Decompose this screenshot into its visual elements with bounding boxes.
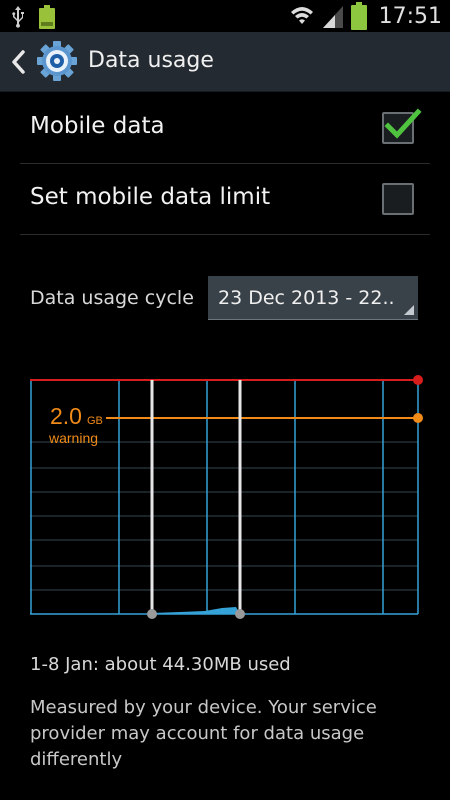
mobile-data-label: Mobile data [30, 113, 165, 139]
gear-icon[interactable] [36, 40, 78, 82]
warning-label: warning [48, 430, 98, 446]
usage-summary: 1-8 Jan: about 44.30MB used [30, 654, 291, 675]
warning-handle[interactable] [413, 413, 423, 423]
warning-value: 2.0 [50, 403, 82, 429]
data-usage-cycle-label: Data usage cycle [30, 287, 194, 309]
dropdown-arrow-icon [404, 305, 414, 315]
wifi-icon [290, 7, 313, 24]
usage-area [152, 607, 240, 614]
action-bar: Data usage [0, 32, 450, 92]
range-start-handle[interactable] [147, 609, 157, 619]
status-bar: 17:51 [0, 0, 450, 32]
mobile-data-checkbox[interactable] [382, 108, 422, 144]
data-limit-row[interactable]: Set mobile data limit [20, 165, 430, 235]
data-limit-checkbox[interactable] [382, 183, 414, 215]
battery-full-notification-icon [39, 5, 55, 29]
data-limit-label: Set mobile data limit [30, 184, 271, 210]
data-usage-chart[interactable]: 2.0 GB warning [30, 372, 425, 622]
warning-unit: GB [87, 415, 103, 427]
checkmark-icon [384, 108, 422, 139]
signal-icon [322, 6, 343, 28]
measured-note: Measured by your device. Your service pr… [30, 697, 377, 770]
usb-icon [12, 6, 24, 28]
limit-handle[interactable] [413, 375, 423, 385]
data-usage-cycle-spinner[interactable]: 23 Dec 2013 - 22.. [208, 276, 418, 320]
battery-icon [350, 2, 367, 30]
status-time: 17:51 [378, 3, 442, 29]
chevron-left-icon[interactable] [8, 49, 30, 75]
page-title: Data usage [88, 48, 214, 73]
mobile-data-row[interactable]: Mobile data [20, 94, 430, 164]
chart-grid-horizontal [30, 441, 418, 591]
cycle-value: 23 Dec 2013 - 22.. [218, 287, 395, 309]
range-end-handle[interactable] [235, 609, 245, 619]
